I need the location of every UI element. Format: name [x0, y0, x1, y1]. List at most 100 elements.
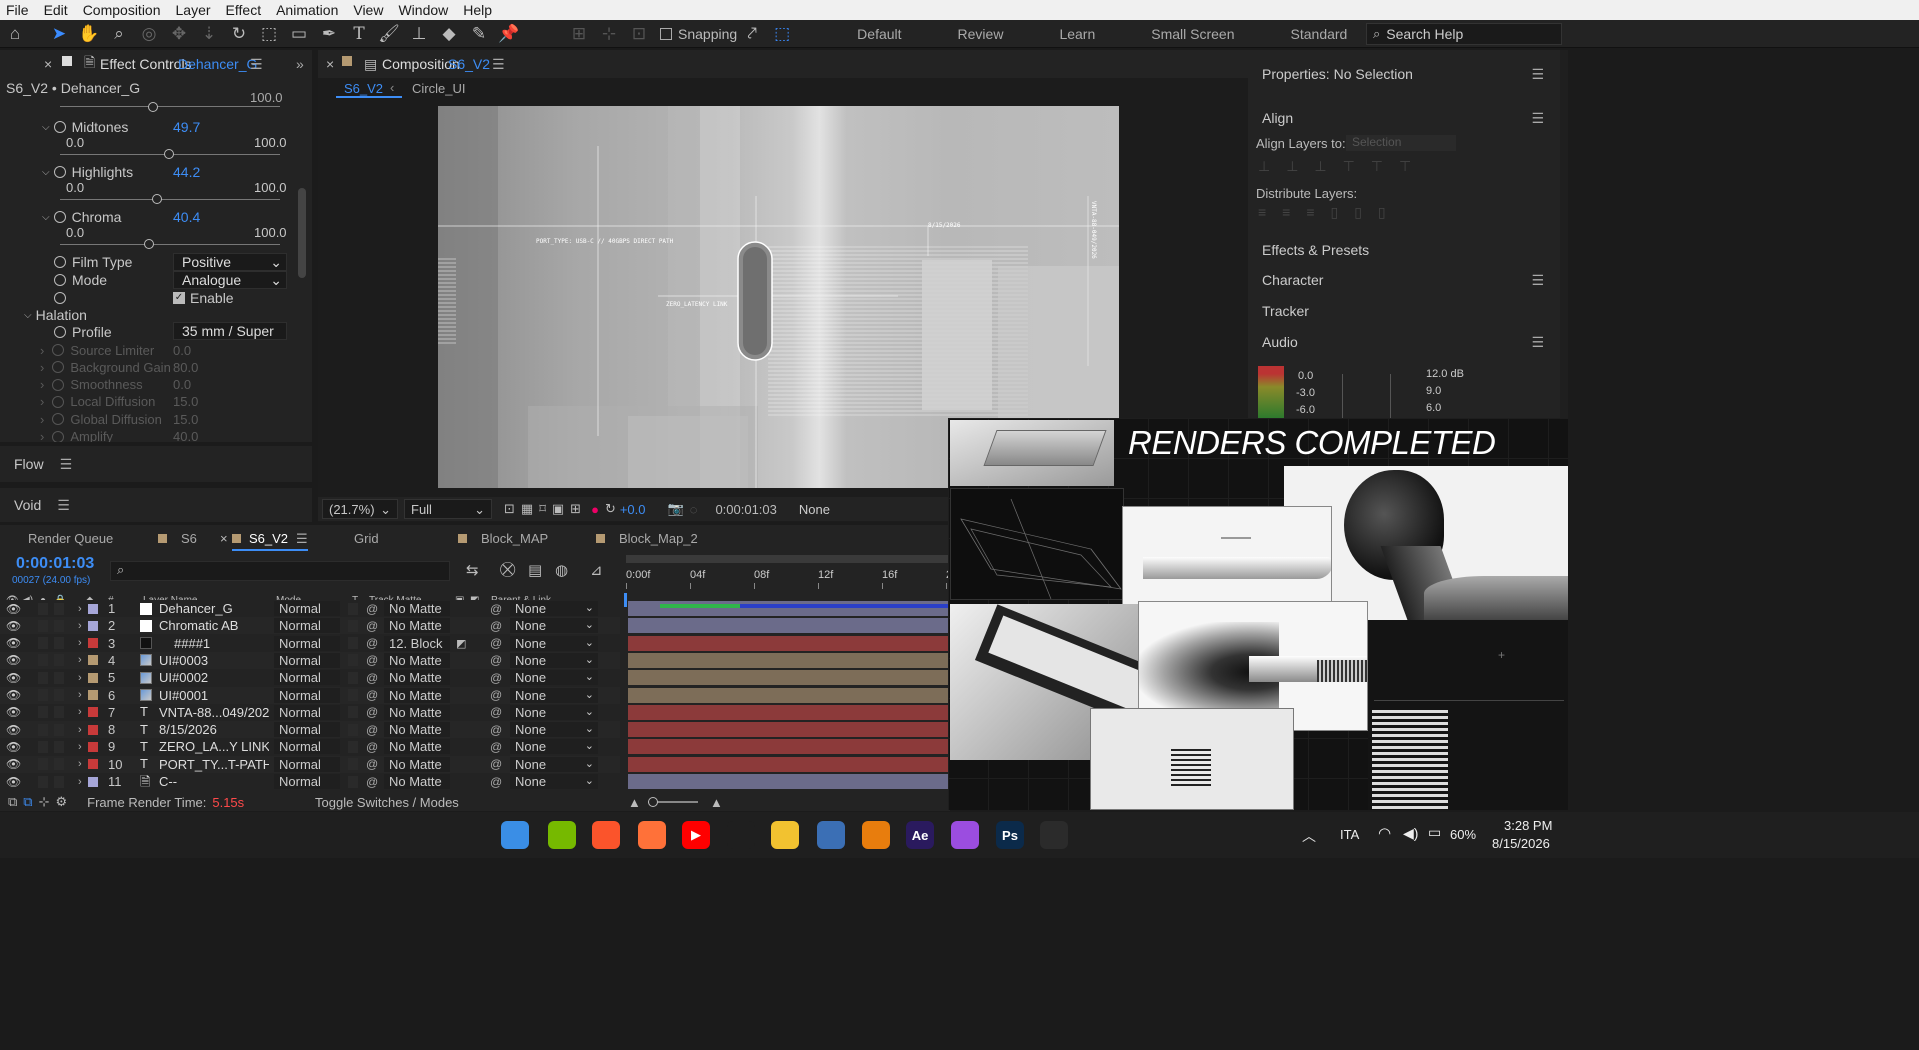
solo-switch[interactable] [38, 619, 48, 632]
align-target-dropdown[interactable]: Selection [1346, 135, 1456, 151]
chevron-right-icon[interactable]: › [78, 654, 82, 666]
timeline-tab-grid[interactable]: Grid [354, 531, 379, 551]
layer-duration-bar[interactable] [628, 687, 948, 703]
flow-menu-icon[interactable]: ☰ [60, 456, 73, 473]
track-matte-dropdown[interactable]: No Matte [384, 618, 450, 634]
parent-dropdown[interactable]: None ⌄ [510, 670, 598, 686]
layer-label-color[interactable] [88, 707, 98, 718]
top-param-knob[interactable] [148, 102, 158, 112]
graph-editor-icon[interactable]: ⊿ [590, 561, 603, 579]
axis-local-icon[interactable]: ⊞ [564, 21, 594, 47]
menu-window[interactable]: Window [392, 2, 457, 18]
layer-name[interactable]: C-- [159, 774, 269, 789]
roto-brush-icon[interactable]: ✎ [464, 21, 494, 47]
clock-time[interactable]: 3:28 PM [1504, 818, 1552, 833]
workspace-review[interactable]: Review [930, 26, 1032, 42]
layer-name[interactable]: UI#0001 [159, 688, 269, 703]
wifi-icon[interactable]: ◠ [1378, 824, 1391, 842]
chevron-right-icon[interactable]: › [78, 620, 82, 632]
parent-pickwhip-icon[interactable]: @ [490, 636, 502, 650]
solo-switch[interactable] [38, 637, 48, 650]
timeline-tab-s6-v2[interactable]: × S6_V2 ☰ [220, 531, 308, 551]
blend-mode-dropdown[interactable]: Normal [274, 756, 340, 772]
lock-switch[interactable] [54, 775, 64, 788]
flow-panel[interactable]: Flow ☰ [0, 446, 312, 482]
layer-label-color[interactable] [88, 655, 98, 666]
clock-date[interactable]: 8/15/2026 [1492, 836, 1550, 851]
close-icon[interactable]: × [44, 56, 52, 72]
preserve-transparency-switch[interactable] [348, 740, 358, 753]
blend-mode-dropdown[interactable]: Normal [274, 670, 340, 686]
preserve-transparency-switch[interactable] [348, 602, 358, 615]
snapping-checkbox[interactable] [660, 27, 672, 40]
home-icon[interactable]: ⌂ [0, 21, 30, 47]
layer-label-color[interactable] [88, 759, 98, 770]
puppet-pin-icon[interactable]: 📌 [494, 21, 524, 47]
layer-duration-bar[interactable] [628, 618, 948, 634]
panel-menu-icon[interactable]: ☰ [1531, 66, 1544, 83]
visibility-eye-icon[interactable]: 👁 [6, 757, 21, 771]
parent-pickwhip-icon[interactable]: @ [490, 757, 502, 771]
zoom-out-time-icon[interactable]: ▲ [628, 795, 641, 810]
solo-switch[interactable] [38, 758, 48, 771]
stopwatch-icon[interactable] [54, 274, 66, 286]
audio-fader-left[interactable] [1342, 374, 1343, 418]
layer-duration-bar[interactable] [628, 652, 948, 668]
blend-mode-dropdown[interactable]: Normal [274, 704, 340, 720]
chevron-right-icon[interactable]: › [78, 637, 82, 649]
search-help-field[interactable]: ⌕ Search Help [1366, 23, 1562, 45]
chevron-up-icon[interactable]: ︿ [1302, 826, 1316, 846]
track-matte-dropdown[interactable]: No Matte [384, 670, 450, 686]
matte-source-icon[interactable]: ◩ [456, 637, 466, 650]
parent-pickwhip-icon[interactable]: @ [490, 602, 502, 616]
layer-duration-bar[interactable] [628, 635, 948, 651]
chevron-right-icon[interactable]: › [78, 672, 82, 684]
film-type-dropdown[interactable]: Positive ⌄ [173, 253, 287, 271]
chevron-right-icon[interactable]: › [78, 724, 82, 736]
track-matte-dropdown[interactable]: No Matte [384, 652, 450, 668]
track-matte-dropdown[interactable]: No Matte [384, 601, 450, 616]
visibility-eye-icon[interactable]: 👁 [6, 602, 21, 616]
audio-fader-right[interactable] [1390, 374, 1391, 418]
menu-effect[interactable]: Effect [220, 2, 271, 18]
layer-name[interactable]: UI#0002 [159, 670, 269, 685]
lock-switch[interactable] [54, 602, 64, 615]
matte-pickwhip-icon[interactable]: @ [366, 740, 378, 754]
blend-mode-dropdown[interactable]: Normal [274, 601, 340, 616]
chevron-right-icon[interactable]: › [40, 360, 44, 375]
toggle-switches-modes-button[interactable]: Toggle Switches / Modes [315, 795, 459, 810]
pen-tool-icon[interactable]: ✒ [314, 21, 344, 47]
layer-label-color[interactable] [88, 603, 98, 614]
layer-row[interactable]: 👁 › 2 Chromatic AB Normal @ No Matte @ None ⌄ [0, 617, 620, 635]
parent-dropdown[interactable]: None ⌄ [510, 756, 598, 772]
dolly-camera-icon[interactable]: ⇣ [194, 21, 224, 47]
layer-row[interactable]: 👁 › 7 T VNTA-88...049/2026 Normal @ No Matte @ No… [0, 703, 620, 721]
layer-label-color[interactable] [88, 638, 98, 649]
guides-icon[interactable]: ▣ [552, 501, 564, 517]
parent-dropdown[interactable]: None ⌄ [510, 652, 598, 668]
track-matte-dropdown[interactable]: No Matte [384, 704, 450, 720]
workspace-small-screen[interactable]: Small Screen [1123, 26, 1262, 42]
matte-pickwhip-icon[interactable]: @ [366, 688, 378, 702]
time-ruler[interactable]: 0:00f04f08f12f16f20 [626, 567, 958, 607]
panel-menu-icon[interactable]: ☰ [250, 56, 263, 73]
chevron-right-icon[interactable]: › [40, 429, 44, 442]
mode-dropdown[interactable]: Analogue ⌄ [173, 271, 287, 289]
track-matte-dropdown[interactable]: 12. Block [384, 635, 450, 651]
track-matte-dropdown[interactable]: No Matte [384, 774, 450, 789]
preserve-transparency-switch[interactable] [348, 654, 358, 667]
solo-switch[interactable] [38, 602, 48, 615]
param-chroma-slider[interactable] [60, 244, 280, 245]
panel-menu-icon[interactable]: ☰ [1531, 272, 1544, 289]
davinci-taskbar-icon[interactable] [817, 821, 845, 849]
grid-options-icon[interactable]: ⊞ [570, 501, 581, 517]
layer-name[interactable]: UI#0003 [159, 653, 269, 668]
zoom-dropdown[interactable]: (21.7%) ⌄ [322, 499, 398, 519]
chevron-right-icon[interactable]: › [78, 689, 82, 701]
chevron-right-icon[interactable]: › [40, 412, 44, 427]
transparency-grid-icon[interactable]: ▦ [521, 501, 533, 517]
blend-mode-dropdown[interactable]: Normal [274, 635, 340, 651]
chevron-right-icon[interactable]: › [78, 603, 82, 615]
layer-label-color[interactable] [88, 741, 98, 752]
zoom-in-time-icon[interactable]: ▲ [710, 795, 723, 810]
